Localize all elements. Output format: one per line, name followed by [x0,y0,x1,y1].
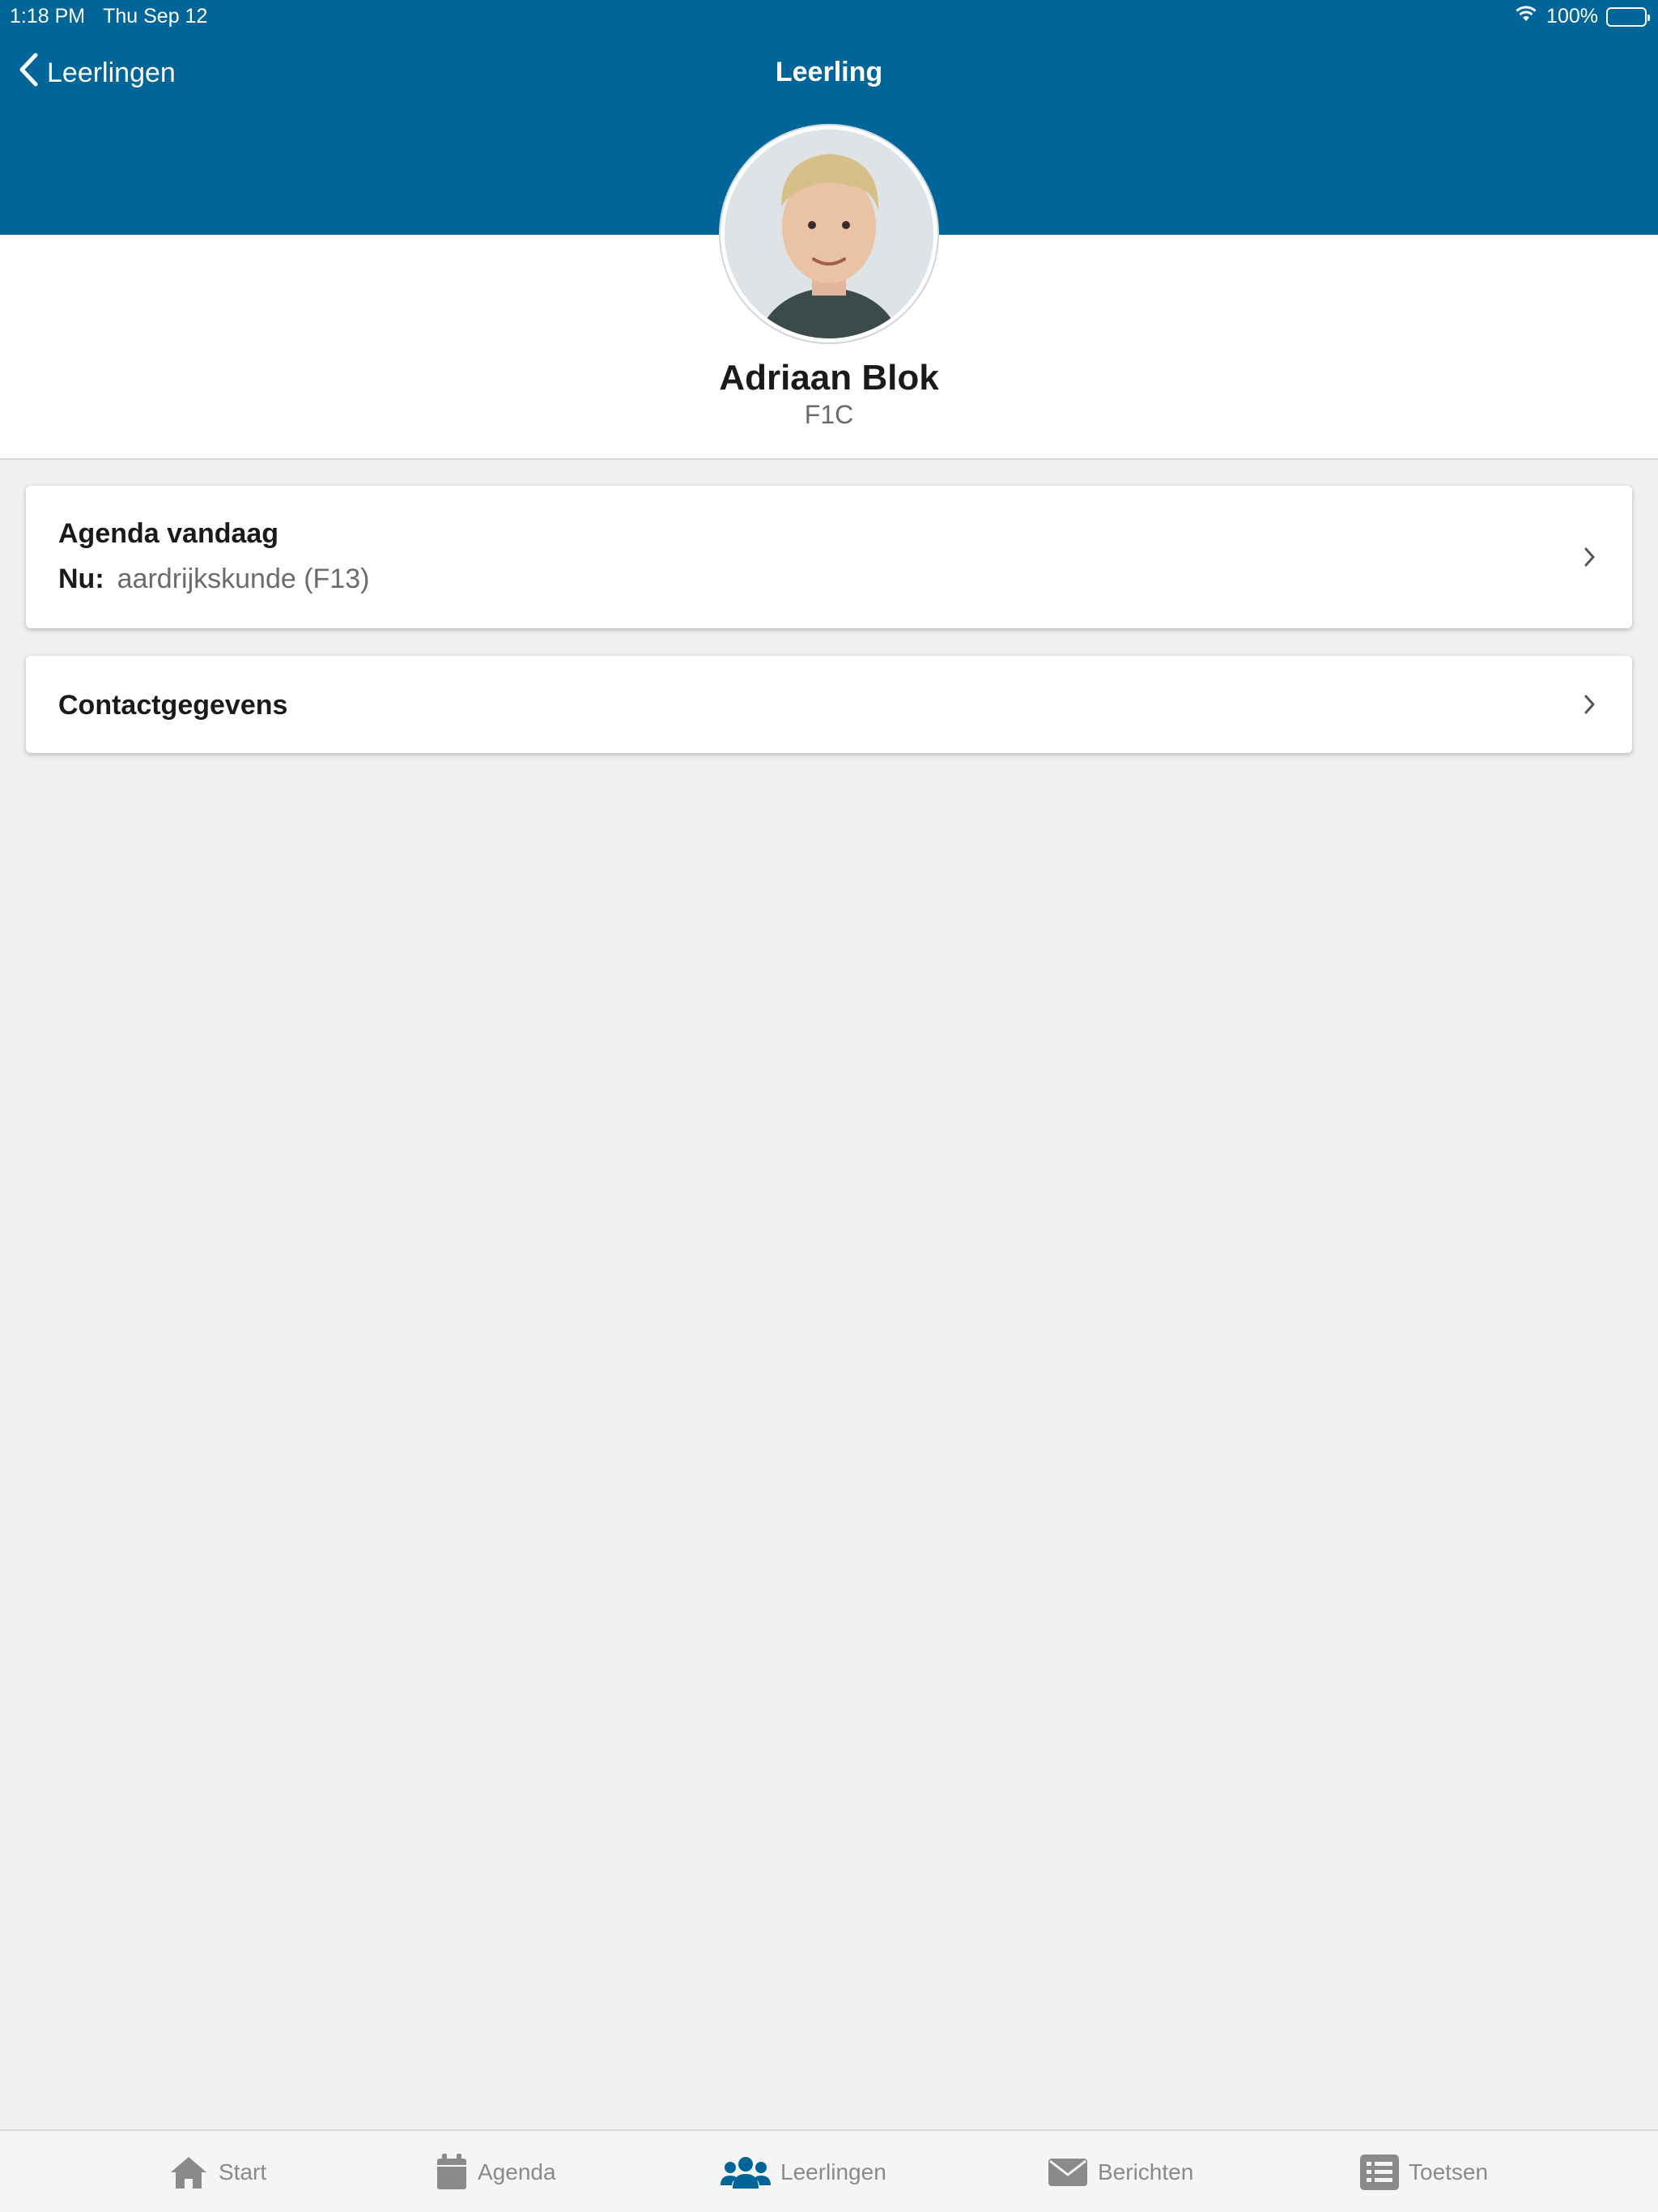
contact-details-title: Contactgegevens [58,690,288,721]
agenda-now-label: Nu: [58,564,104,594]
tab-toetsen[interactable]: Toetsen [1360,2152,1488,2193]
agenda-today-title: Agenda vandaag [58,518,279,549]
profile-section: Adriaan Blok F1C [0,125,1658,460]
users-icon [721,2155,771,2190]
status-bar: 1:18 PM Thu Sep 12 100% [0,0,1658,32]
student-name: Adriaan Blok [719,358,939,398]
status-time: 1:18 PM [10,5,86,28]
tab-bar: Start Agenda Leerlingen Berichten Toetse… [0,2129,1658,2212]
tab-agenda[interactable]: Agenda [436,2152,556,2193]
chevron-right-icon [1579,547,1600,568]
tab-leerlingen[interactable]: Leerlingen [721,2152,886,2193]
wifi-icon [1514,5,1538,28]
tab-berichten-label: Berichten [1098,2159,1194,2184]
page-title: Leerling [775,57,883,87]
contact-details-card[interactable]: Contactgegevens [26,656,1632,753]
tab-start-label: Start [219,2159,267,2184]
home-icon [168,2155,209,2190]
tab-start[interactable]: Start [168,2152,266,2193]
tab-toetsen-label: Toetsen [1409,2159,1489,2184]
battery-percentage: 100% [1546,5,1598,28]
avatar [721,125,937,342]
tab-agenda-label: Agenda [478,2159,556,2184]
tab-leerlingen-label: Leerlingen [780,2159,886,2184]
student-class: F1C [804,400,854,429]
battery-icon [1606,6,1650,27]
agenda-now-row: Nu: aardrijkskunde (F13) [58,564,369,595]
envelope-icon [1048,2157,1088,2188]
tab-berichten[interactable]: Berichten [1048,2152,1193,2193]
calendar-icon [436,2154,468,2191]
agenda-now-value: aardrijkskunde (F13) [117,564,370,594]
list-icon [1360,2155,1399,2190]
agenda-today-card[interactable]: Agenda vandaag Nu: aardrijkskunde (F13) [26,486,1632,628]
page: 1:18 PM Thu Sep 12 100% Leerlingen Leerl… [0,0,1658,2212]
status-date: Thu Sep 12 [103,5,208,28]
chevron-right-icon [1579,694,1600,715]
